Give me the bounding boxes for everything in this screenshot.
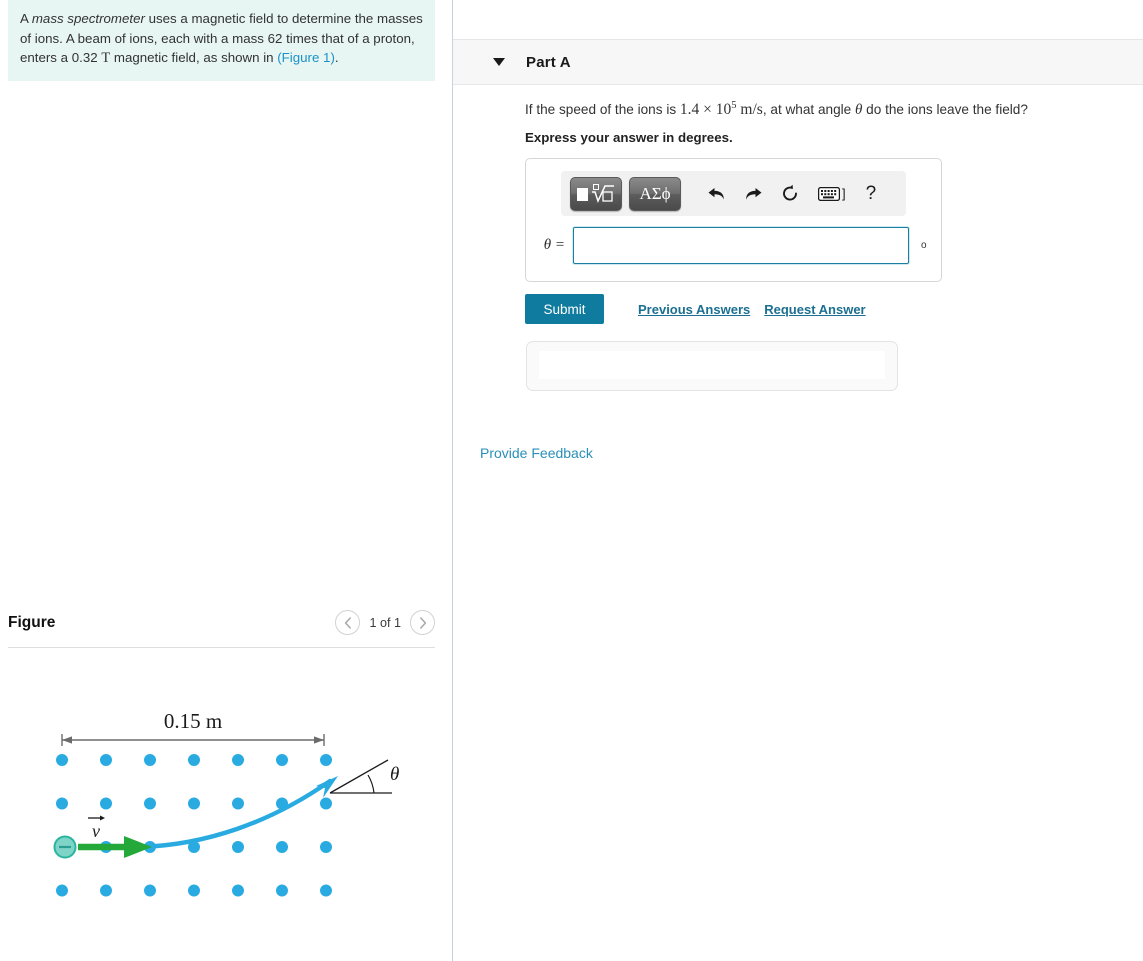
redo-button[interactable] (744, 185, 763, 203)
field-dot (320, 841, 332, 853)
theta-equals-text: θ = (543, 237, 565, 253)
feedback-redacted-content (539, 351, 885, 379)
field-dot (100, 754, 112, 766)
figure-diagram[interactable]: 0.15 m θ v (0, 655, 452, 955)
field-value: 0.32 (71, 50, 98, 66)
question-mid: , at what angle (762, 102, 856, 118)
math-toolbar: ΑΣϕ] ? (561, 171, 906, 216)
speed-unit: m/s (740, 101, 763, 119)
field-dot (188, 797, 200, 810)
field-dot (320, 754, 332, 766)
degree-unit-label: o (921, 240, 927, 251)
figure-navigation: 1 of 1 (335, 610, 435, 635)
field-dot (276, 841, 288, 853)
math-template-icon (577, 183, 614, 203)
theta-angle-label: θ (390, 764, 399, 785)
speed-mantissa: 1.4 (679, 101, 700, 119)
answer-input[interactable] (573, 227, 909, 264)
field-dot (232, 754, 244, 766)
figure-prev-button[interactable] (335, 610, 361, 635)
question-text: If the speed of the ions is 1.4 × 105 m/… (525, 99, 1125, 121)
question-lead: If the speed of the ions is (525, 102, 680, 118)
figure-1-link[interactable]: (Figure 1) (277, 50, 335, 65)
field-dot (100, 884, 112, 897)
velocity-label: v (92, 821, 100, 841)
velocity-vector-accent (88, 815, 105, 821)
field-dot (56, 884, 68, 897)
field-dot (320, 884, 332, 897)
problem-statement: A mass spectrometer uses a magnetic fiel… (8, 0, 435, 82)
field-dot (100, 797, 112, 810)
submit-button[interactable]: Submit (525, 294, 604, 324)
greek-symbols-button[interactable]: ΑΣϕ (629, 176, 681, 211)
field-dot (320, 797, 332, 810)
field-dot (232, 884, 244, 897)
chevron-right-icon (419, 616, 426, 629)
problem-text-end: . (334, 50, 339, 66)
reset-button[interactable] (781, 184, 800, 203)
answer-variable-label: θ = (526, 237, 573, 254)
problem-text-1: A (20, 11, 32, 26)
undo-arrow-icon (708, 187, 724, 199)
caret-down-icon[interactable] (493, 58, 505, 66)
problem-text-3: magnetic field, as shown in (110, 50, 278, 66)
field-dot (56, 754, 68, 766)
question-tail: do the ions leave the field? (862, 102, 1028, 118)
field-unit: T (101, 50, 111, 67)
math-template-button[interactable] (570, 176, 622, 211)
answer-feedback-panel (526, 341, 898, 391)
field-dot (188, 884, 200, 897)
figure-next-button[interactable] (410, 610, 435, 635)
multiplication-sign: × (703, 101, 712, 119)
keyboard-button[interactable]: ] (818, 186, 846, 201)
problem-emphasis: mass spectrometer (31, 11, 145, 26)
negative-ion (53, 835, 77, 859)
field-dot (232, 797, 244, 810)
right-pane: Part A If the speed of the ions is 1.4 ×… (453, 0, 1143, 961)
help-button[interactable]: ? (866, 183, 877, 205)
answer-input-row: θ = o (526, 227, 943, 264)
reset-refresh-icon (783, 184, 797, 201)
figure-counter: 1 of 1 (369, 615, 401, 630)
mass-spectrometer-diagram: 0.15 m θ v (53, 709, 399, 897)
field-dot (144, 884, 156, 897)
figure-title: Figure (8, 614, 56, 631)
field-dot (56, 797, 68, 810)
keyboard-bracket-label: ] (842, 186, 846, 201)
undo-button[interactable] (707, 185, 726, 203)
field-dot (144, 797, 156, 810)
figure-header: Figure 1 of 1 (8, 605, 435, 647)
dimension-line (61, 734, 325, 746)
field-dot (232, 841, 244, 853)
greek-symbols-label: ΑΣϕ (639, 183, 671, 203)
request-answer-link[interactable]: Request Answer (764, 302, 865, 317)
speed-base: 10 (715, 101, 732, 119)
redo-arrow-icon (746, 187, 762, 199)
chevron-left-icon (344, 616, 351, 629)
ion-trajectory-curve (137, 778, 333, 850)
figure-divider (8, 647, 435, 648)
page-root: A mass spectrometer uses a magnetic fiel… (0, 0, 1143, 961)
previous-answers-link[interactable]: Previous Answers (638, 302, 750, 317)
field-dot (276, 884, 288, 897)
left-pane: A mass spectrometer uses a magnetic fiel… (0, 0, 452, 961)
field-dot (276, 754, 288, 766)
keyboard-icon (818, 186, 840, 201)
part-a-header[interactable]: Part A (453, 39, 1143, 85)
part-a-title: Part A (526, 53, 571, 71)
velocity-vector (78, 836, 152, 858)
field-dot (188, 754, 200, 766)
exit-angle-construction (329, 759, 392, 794)
answer-instruction: Express your answer in degrees. (525, 130, 733, 145)
answer-actions: Submit Previous Answers Request Answer (525, 294, 866, 324)
provide-feedback-link[interactable]: Provide Feedback (480, 445, 593, 461)
speed-value: 1.4 × 105 m/s (679, 100, 763, 119)
speed-exponent: 5 (731, 100, 737, 111)
dimension-label: 0.15 m (164, 709, 222, 733)
answer-widget: ΑΣϕ] ? θ = o (525, 158, 942, 282)
field-dot (144, 754, 156, 766)
